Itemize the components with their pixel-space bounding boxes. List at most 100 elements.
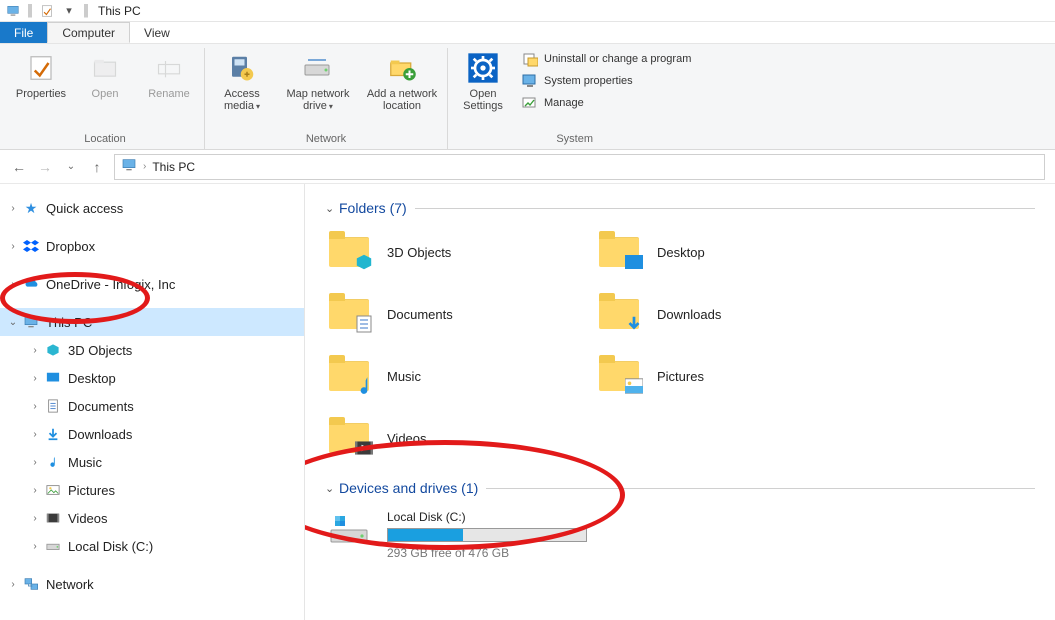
rename-icon: [153, 52, 185, 84]
tab-file[interactable]: File: [0, 22, 47, 43]
properties-button[interactable]: Properties: [12, 48, 70, 126]
chevron-down-icon: ⌄: [325, 482, 339, 495]
downloads-folder-icon: [595, 290, 643, 338]
music-icon: [44, 453, 62, 471]
tree-downloads[interactable]: › Downloads: [0, 420, 304, 448]
qat-separator-2: [84, 4, 88, 18]
system-properties-icon: [522, 73, 538, 89]
ribbon-group-system: Open Settings Uninstall or change a prog…: [448, 48, 701, 149]
folder-downloads[interactable]: Downloads: [595, 288, 865, 340]
uninstall-program-button[interactable]: Uninstall or change a program: [518, 48, 695, 70]
forward-button[interactable]: →: [36, 159, 54, 175]
chevron-right-icon[interactable]: ›: [6, 579, 20, 590]
back-button[interactable]: ←: [10, 159, 28, 175]
open-button[interactable]: Open: [76, 48, 134, 126]
pc-icon: [4, 2, 22, 20]
folder-desktop[interactable]: Desktop: [595, 226, 865, 278]
properties-qat-icon[interactable]: [38, 2, 56, 20]
tab-computer[interactable]: Computer: [47, 22, 130, 43]
tree-documents[interactable]: › Documents: [0, 392, 304, 420]
uninstall-icon: [522, 51, 538, 67]
tree-local-disk[interactable]: › Local Disk (C:): [0, 532, 304, 560]
3d-objects-icon: [325, 228, 373, 276]
breadcrumb-root[interactable]: This PC: [152, 160, 195, 174]
onedrive-icon: [22, 275, 40, 293]
chevron-right-icon[interactable]: ›: [28, 513, 42, 524]
chevron-right-icon[interactable]: ›: [28, 429, 42, 440]
disk-icon: [325, 510, 373, 550]
chevron-down-icon[interactable]: ▾: [60, 2, 78, 20]
tree-pictures[interactable]: › Pictures: [0, 476, 304, 504]
system-properties-button[interactable]: System properties: [518, 70, 695, 92]
chevron-right-icon[interactable]: ›: [6, 203, 20, 214]
up-button[interactable]: ↑: [88, 159, 106, 175]
tree-videos[interactable]: › Videos: [0, 504, 304, 532]
tree-quick-access[interactable]: › ★ Quick access: [0, 194, 304, 222]
tree-dropbox[interactable]: › Dropbox: [0, 232, 304, 260]
map-drive-button[interactable]: Map network drive: [279, 48, 357, 126]
chevron-right-icon[interactable]: ›: [28, 401, 42, 412]
main-area: › ★ Quick access › Dropbox › OneDrive - …: [0, 184, 1055, 620]
drive-free-text: 293 GB free of 476 GB: [387, 546, 587, 560]
folder-pictures[interactable]: Pictures: [595, 350, 865, 402]
drive-usage-bar: [387, 528, 587, 542]
drive-details: Local Disk (C:) 293 GB free of 476 GB: [387, 510, 587, 560]
folder-music[interactable]: Music: [325, 350, 595, 402]
tree-this-pc[interactable]: ⌄ This PC: [0, 308, 304, 336]
ribbon-group-label-location: Location: [12, 131, 198, 149]
folder-3d-objects[interactable]: 3D Objects: [325, 226, 595, 278]
folders-grid: 3D Objects Desktop Documents Downloads M…: [325, 226, 1035, 464]
properties-icon: [25, 52, 57, 84]
section-divider: [486, 488, 1035, 489]
ribbon-group-label-network: Network: [211, 131, 441, 149]
ribbon-group-network: Access media Map network drive Add a net…: [205, 48, 448, 149]
chevron-right-icon[interactable]: ›: [6, 241, 20, 252]
content-pane: ⌄ Folders (7) 3D Objects Desktop Documen…: [305, 184, 1055, 620]
drive-icon: [302, 52, 334, 84]
videos-icon: [44, 509, 62, 527]
pc-icon: [22, 313, 40, 331]
open-settings-button[interactable]: Open Settings: [454, 48, 512, 126]
tree-desktop[interactable]: › Desktop: [0, 364, 304, 392]
tab-view[interactable]: View: [130, 22, 184, 43]
address-bar[interactable]: › This PC: [114, 154, 1045, 180]
tree-3d-objects[interactable]: › 3D Objects: [0, 336, 304, 364]
tree-network[interactable]: › Network: [0, 570, 304, 598]
access-media-button[interactable]: Access media: [211, 48, 273, 126]
title-bar: ▾ This PC: [0, 0, 1055, 22]
tree-music[interactable]: › Music: [0, 448, 304, 476]
documents-folder-icon: [325, 290, 373, 338]
downloads-icon: [44, 425, 62, 443]
chevron-right-icon[interactable]: ›: [28, 345, 42, 356]
section-divider: [415, 208, 1035, 209]
add-network-location-button[interactable]: Add a network location: [363, 48, 441, 126]
folder-documents[interactable]: Documents: [325, 288, 595, 340]
recent-locations-button[interactable]: ⌄: [62, 161, 80, 172]
access-media-icon: [226, 52, 258, 84]
rename-button[interactable]: Rename: [140, 48, 198, 126]
folder-videos[interactable]: Videos: [325, 412, 595, 464]
chevron-right-icon[interactable]: ›: [6, 279, 20, 290]
videos-folder-icon: [325, 414, 373, 462]
pc-icon: [121, 157, 137, 176]
chevron-right-icon[interactable]: ›: [28, 373, 42, 384]
manage-button[interactable]: Manage: [518, 92, 695, 114]
documents-icon: [44, 397, 62, 415]
chevron-down-icon[interactable]: ⌄: [6, 317, 20, 328]
music-folder-icon: [325, 352, 373, 400]
settings-gear-icon: [467, 52, 499, 84]
network-icon: [22, 575, 40, 593]
add-location-icon: [386, 52, 418, 84]
quick-access-icon: ★: [22, 199, 40, 217]
chevron-right-icon[interactable]: ›: [28, 485, 42, 496]
tree-onedrive[interactable]: › OneDrive - Infogix, Inc: [0, 270, 304, 298]
desktop-icon: [44, 369, 62, 387]
drive-name: Local Disk (C:): [387, 510, 587, 524]
chevron-right-icon[interactable]: ›: [28, 541, 42, 552]
drive-local-disk[interactable]: Local Disk (C:) 293 GB free of 476 GB: [325, 506, 1035, 564]
drives-section-header[interactable]: ⌄ Devices and drives (1): [325, 480, 1035, 496]
chevron-right-icon[interactable]: ›: [28, 457, 42, 468]
chevron-down-icon: ⌄: [325, 202, 339, 215]
pictures-folder-icon: [595, 352, 643, 400]
folders-section-header[interactable]: ⌄ Folders (7): [325, 200, 1035, 216]
